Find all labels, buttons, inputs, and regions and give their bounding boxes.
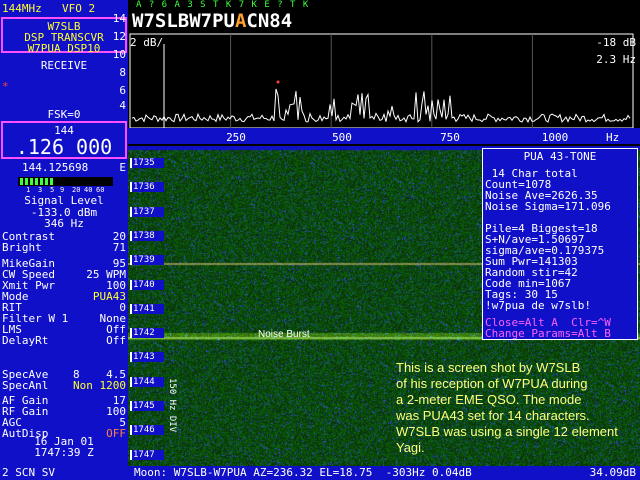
meter-tick: 40	[84, 186, 93, 194]
x-tick-label: 250	[226, 131, 246, 144]
param-label: Bright	[2, 241, 42, 254]
time-label: 1740	[130, 279, 164, 290]
y-tick-label: 6	[119, 84, 126, 97]
time-label: 1739	[130, 255, 164, 266]
info-lines: 14 Char total Count=1078 Noise Ave=2626.35…	[485, 168, 637, 311]
meter-tick: 60	[96, 186, 105, 194]
param-label: SpecAnl	[2, 379, 49, 392]
meter-tick: 3	[38, 186, 43, 194]
moon-status-text: Moon: W7SLB-W7PUA AZ=236.32 EL=18.75 -30…	[134, 466, 472, 479]
time-label: 1745	[130, 401, 164, 411]
y-tick-label: 8	[119, 66, 126, 79]
x-tick-label: 1000	[542, 131, 569, 144]
time-label: 1738	[130, 230, 164, 241]
freq-khz: .126 000	[15, 135, 113, 159]
param-value: Off	[106, 334, 126, 347]
noise-burst-label: Noise Burst	[258, 329, 310, 340]
meter-segment	[40, 178, 43, 185]
info-line: Noise Sigma=171.096	[485, 200, 611, 213]
y-tick-label: 14	[112, 12, 126, 25]
time: 1747:39 Z	[34, 446, 94, 459]
time-label: 1737	[130, 206, 164, 217]
meter-segment	[25, 178, 28, 185]
time-label: 1747	[130, 449, 164, 460]
y-tick-label: 10	[112, 48, 126, 61]
info-line: !w7pua de w7slb!	[485, 299, 591, 312]
caption-line: was PUA43 set for 14 characters.	[396, 408, 590, 423]
time-label: 1735	[130, 158, 164, 168]
time-label: 1744	[130, 376, 164, 387]
time-label: 1741	[130, 303, 164, 314]
y-tick-label: 4	[119, 99, 126, 112]
spectrum-trace	[131, 88, 631, 124]
pua43-info-panel: PUA 43-TONE 14 Char total Count=1078 Noise…	[482, 148, 638, 340]
vfo-label: VFO 2	[62, 2, 96, 15]
time-label: 1742	[130, 328, 164, 339]
meter-segment	[20, 178, 23, 185]
time-label: 1743	[130, 352, 164, 363]
info-title: PUA 43-TONE	[523, 150, 597, 163]
spectrum-plot: 250 500 750 1000 Hz	[128, 33, 640, 144]
caption-line: This is a screen shot by W7SLB	[396, 360, 581, 375]
param-label: DelayRt	[2, 334, 49, 347]
meter-segment	[45, 178, 48, 185]
moon-status-bar: Moon: W7SLB-W7PUA AZ=236.32 EL=18.75 -30…	[128, 466, 640, 480]
db-per-div: 2 dB/	[130, 36, 164, 49]
meter-scale: 1 3 5 9 20 40 60	[18, 186, 113, 194]
x-unit-label: Hz	[606, 131, 619, 144]
meter-tick: 1	[26, 186, 31, 194]
band-label: 144MHz	[2, 2, 42, 15]
span-hz: 2.3 Hz	[596, 53, 636, 66]
caption-line: of his reception of W7PUA during	[396, 376, 588, 391]
signal-meter	[18, 177, 113, 186]
spectrum-display[interactable]: A ? 6 A 3 S T K 7 K E ? T K W7SLBW7PUACN…	[128, 0, 640, 146]
x-tick-label: 500	[332, 131, 352, 144]
meter-tick: 20	[72, 186, 81, 194]
x-tick-label: 750	[440, 131, 460, 144]
scan-save-label: 2 SCN SV	[2, 466, 55, 479]
meter-tick: 9	[60, 186, 65, 194]
station-line-3: W7PUA DSP10	[27, 42, 101, 55]
param-value: 71	[112, 241, 126, 254]
signal-level-title: Signal Level	[24, 194, 104, 207]
peak-marker	[276, 80, 280, 84]
frequency-display[interactable]: 144 .126 000	[1, 121, 127, 159]
ref-db: -18 dB	[596, 36, 636, 49]
caption-line: W7SLB was using a single 12 element Yagi…	[396, 424, 618, 455]
hz-div-label: 150 Hz DIV	[167, 378, 177, 433]
time-label: 1746	[130, 425, 164, 436]
caption-text: This is a screen shot by W7SLB of his rec…	[396, 360, 636, 456]
scan-save-bar[interactable]: 2 SCN SV	[0, 466, 128, 480]
status-right: 34.09dB	[589, 466, 636, 479]
meter-segment	[50, 178, 53, 185]
meter-segment	[30, 178, 33, 185]
change-params-hint[interactable]: Change Params=Alt B	[485, 328, 611, 339]
param-value: Non 1200	[73, 379, 126, 392]
caption-line: a 2-meter EME QSO. The mode	[396, 392, 582, 407]
freq-exact-suffix: E	[119, 161, 126, 174]
freq-exact: 144.125698	[22, 161, 89, 174]
signal-hz: 346 Hz	[44, 217, 84, 230]
spectrum-frame	[129, 33, 634, 129]
y-tick-label: 12	[112, 30, 126, 43]
meter-tick: 5	[50, 186, 55, 194]
marker-icon: *	[2, 80, 9, 93]
time-label: 1736	[130, 182, 164, 193]
meter-segment	[35, 178, 38, 185]
